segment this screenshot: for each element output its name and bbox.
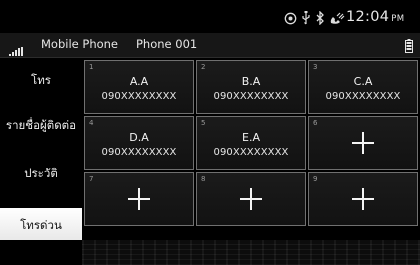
clock-ampm: PM [391, 14, 405, 24]
location-icon [284, 12, 297, 25]
phone-header: Mobile Phone Phone 001 [0, 33, 420, 58]
sidebar-item-contacts[interactable]: รายชื่อผู้ติดต่อ [0, 103, 82, 148]
decorative-floor-pattern [82, 240, 420, 265]
contact-name: B.A [241, 75, 261, 88]
clock-time: 12:04 [346, 9, 390, 25]
clock: 12:04 PM [346, 9, 404, 25]
add-contact-plus-icon [128, 188, 150, 210]
contact-name: E.A [242, 131, 260, 144]
device-type-label: Mobile Phone [41, 37, 119, 51]
contact-name: C.A [353, 75, 373, 88]
speed-dial-slot-4[interactable]: 4 D.A 090XXXXXXXX [84, 116, 194, 170]
contact-number: 090XXXXXXXX [101, 91, 177, 102]
slot-number: 8 [201, 175, 206, 183]
slot-number: 5 [201, 119, 206, 127]
speed-dial-slot-8[interactable]: 8 [196, 172, 306, 226]
slot-number: 7 [89, 175, 94, 183]
speed-dial-slot-7[interactable]: 7 [84, 172, 194, 226]
sidebar-item-call[interactable]: โทร [0, 58, 82, 103]
device-name-label: Phone 001 [136, 37, 198, 51]
slot-number: 3 [313, 63, 318, 71]
add-contact-plus-icon [352, 132, 374, 154]
status-bar: 12:04 PM [0, 0, 420, 33]
status-icons [284, 10, 345, 26]
bottom-left-fill [0, 240, 82, 265]
speed-dial-slot-5[interactable]: 5 E.A 090XXXXXXXX [196, 116, 306, 170]
sidebar-item-label: ประวัติ [24, 166, 58, 180]
phone-connected-icon [329, 11, 345, 25]
speed-dial-slot-2[interactable]: 2 B.A 090XXXXXXXX [196, 60, 306, 114]
contact-number: 090XXXXXXXX [213, 91, 289, 102]
contact-number: 090XXXXXXXX [325, 91, 401, 102]
speed-dial-slot-6[interactable]: 6 [308, 116, 418, 170]
sidebar-item-label: โทรด่วน [20, 218, 62, 232]
slot-number: 6 [313, 119, 318, 127]
slot-number: 9 [313, 175, 318, 183]
slot-number: 2 [201, 63, 206, 71]
sidebar-item-label: รายชื่อผู้ติดต่อ [5, 117, 77, 132]
contact-number: 090XXXXXXXX [213, 147, 289, 158]
sidebar-item-label: โทร [31, 72, 51, 87]
slot-number: 1 [89, 63, 94, 71]
speed-dial-slot-9[interactable]: 9 [308, 172, 418, 226]
sidebar-item-speed-dial[interactable]: โทรด่วน [0, 208, 82, 244]
add-contact-plus-icon [352, 188, 374, 210]
add-contact-plus-icon [240, 188, 262, 210]
sidebar: โทร รายชื่อผู้ติดต่อ ประวัติ โทรด่วน [0, 58, 82, 244]
battery-icon [405, 38, 413, 57]
sidebar-item-history[interactable]: ประวัติ [0, 148, 82, 200]
speed-dial-slot-3[interactable]: 3 C.A 090XXXXXXXX [308, 60, 418, 114]
speed-dial-grid: 1 A.A 090XXXXXXXX 2 B.A 090XXXXXXXX 3 C.… [82, 58, 420, 240]
contact-name: D.A [129, 131, 149, 144]
slot-number: 4 [89, 119, 94, 127]
usb-icon [301, 11, 311, 25]
contact-number: 090XXXXXXXX [101, 147, 177, 158]
contact-name: A.A [129, 75, 149, 88]
speed-dial-slot-1[interactable]: 1 A.A 090XXXXXXXX [84, 60, 194, 114]
bluetooth-icon [315, 11, 325, 25]
